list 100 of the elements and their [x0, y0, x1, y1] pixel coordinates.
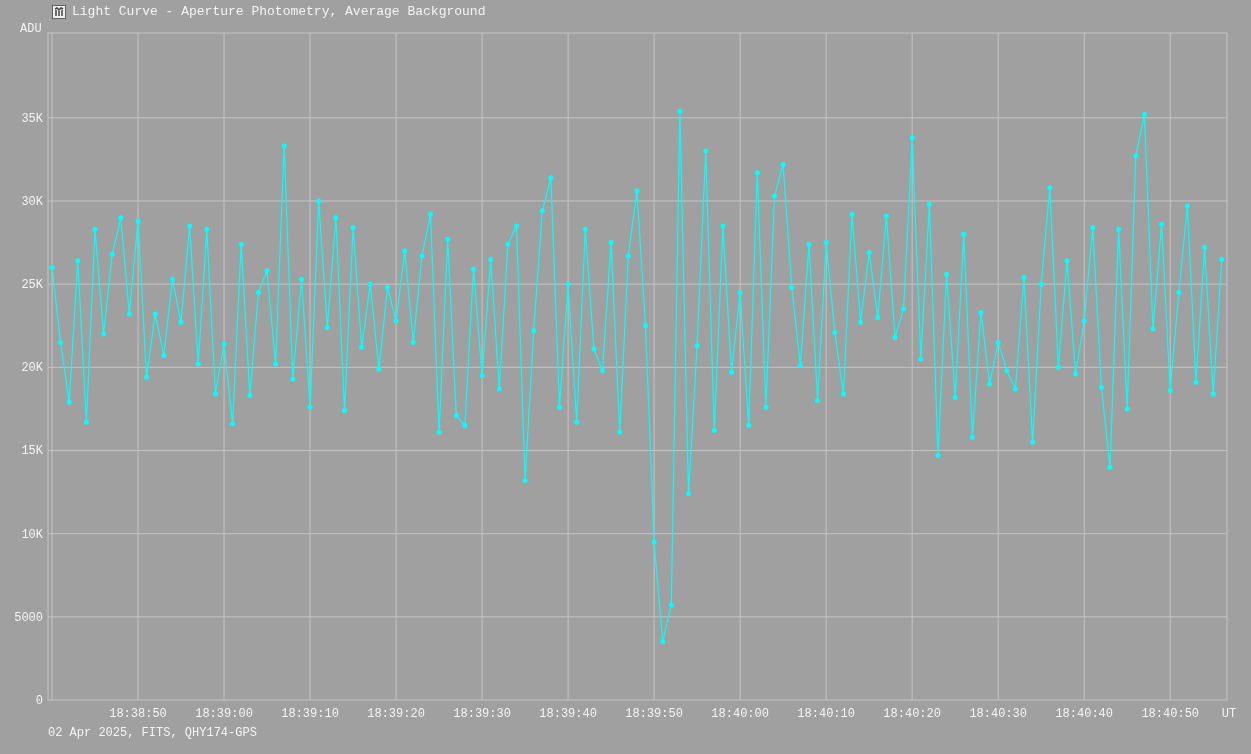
data-point	[505, 241, 511, 247]
x-axis-label: 18:39:30	[453, 707, 511, 721]
data-point	[367, 281, 373, 287]
data-point	[987, 381, 993, 387]
data-point	[1055, 364, 1061, 370]
data-point	[1210, 391, 1216, 397]
y-axis-label: 35K	[21, 111, 43, 126]
data-point	[436, 429, 442, 435]
data-point	[600, 368, 605, 374]
data-point	[324, 324, 330, 330]
data-point	[49, 265, 55, 271]
data-point	[230, 421, 236, 427]
x-axis-label: 18:39:10	[281, 707, 339, 721]
x-axis-label: 18:39:40	[539, 707, 597, 721]
data-point	[212, 391, 218, 397]
data-point	[238, 241, 244, 247]
data-point	[419, 253, 425, 259]
data-point	[169, 276, 175, 282]
data-point	[625, 253, 631, 259]
data-point	[729, 369, 735, 375]
data-point	[643, 323, 648, 329]
data-point	[1090, 225, 1096, 231]
data-point	[359, 344, 365, 350]
data-point	[462, 423, 468, 429]
data-point	[298, 276, 304, 282]
data-point	[333, 215, 339, 221]
data-point	[66, 399, 72, 405]
y-axis-label: 20K	[21, 361, 43, 376]
x-axis-label: 18:38:50	[109, 707, 167, 721]
data-point	[1124, 406, 1130, 412]
x-axis-label: 18:40:20	[883, 707, 941, 721]
data-point	[539, 208, 545, 214]
data-point	[307, 404, 313, 410]
data-point	[1081, 318, 1087, 324]
data-point	[514, 223, 519, 229]
data-point	[557, 404, 562, 410]
data-point	[376, 366, 382, 372]
data-point	[522, 477, 528, 483]
data-point	[858, 319, 864, 325]
data-point	[849, 211, 855, 217]
data-point	[995, 339, 1001, 345]
data-point	[823, 240, 829, 246]
data-point	[746, 423, 752, 429]
status-text: 02 Apr 2025, FITS, QHY174-GPS	[48, 725, 257, 742]
data-point	[126, 311, 132, 317]
data-point	[118, 215, 124, 221]
data-point	[582, 226, 588, 232]
data-point	[926, 201, 932, 207]
data-point	[410, 339, 416, 345]
data-point	[453, 413, 459, 419]
data-point	[840, 391, 846, 397]
data-point	[703, 148, 709, 154]
data-point	[255, 290, 261, 295]
data-point	[341, 408, 347, 414]
data-point	[1202, 245, 1208, 251]
data-point	[161, 353, 167, 359]
data-point	[281, 143, 287, 149]
data-point	[892, 334, 898, 340]
data-point	[918, 356, 924, 362]
data-point	[531, 328, 537, 334]
data-point	[668, 602, 674, 608]
y-axis-label: 10K	[21, 527, 43, 542]
data-point	[1150, 326, 1156, 332]
y-axis-label: 15K	[21, 444, 43, 459]
data-point	[832, 329, 838, 335]
data-point	[944, 271, 950, 277]
data-point	[711, 428, 717, 434]
data-point	[92, 226, 98, 232]
data-point	[1073, 371, 1079, 377]
data-point	[875, 314, 881, 320]
data-point	[548, 175, 554, 181]
y-axis-label: 0	[35, 694, 43, 708]
data-point	[694, 343, 700, 349]
data-point	[1107, 464, 1113, 470]
data-point	[1030, 439, 1036, 445]
app-icon	[52, 5, 66, 19]
data-point	[496, 386, 502, 392]
x-axis-label: 18:39:50	[625, 707, 683, 721]
data-point	[290, 376, 296, 382]
y-axis-label: 25K	[21, 278, 43, 293]
x-axis-label: 18:40:00	[711, 707, 769, 721]
data-point	[866, 250, 872, 256]
data-point	[617, 429, 623, 435]
data-point	[901, 306, 907, 312]
data-point	[1064, 258, 1070, 264]
data-point	[969, 434, 975, 440]
data-point	[445, 236, 451, 242]
data-point	[737, 290, 743, 295]
data-point	[883, 213, 889, 219]
y-axis-label: 30K	[21, 195, 43, 209]
data-point	[135, 218, 141, 224]
data-point	[247, 393, 253, 399]
data-point	[720, 223, 726, 229]
data-point	[187, 223, 193, 229]
data-point	[1193, 379, 1199, 385]
data-point	[273, 361, 279, 367]
data-point	[978, 309, 984, 315]
data-point	[402, 248, 408, 254]
data-point	[634, 188, 640, 194]
data-point	[1038, 281, 1044, 287]
